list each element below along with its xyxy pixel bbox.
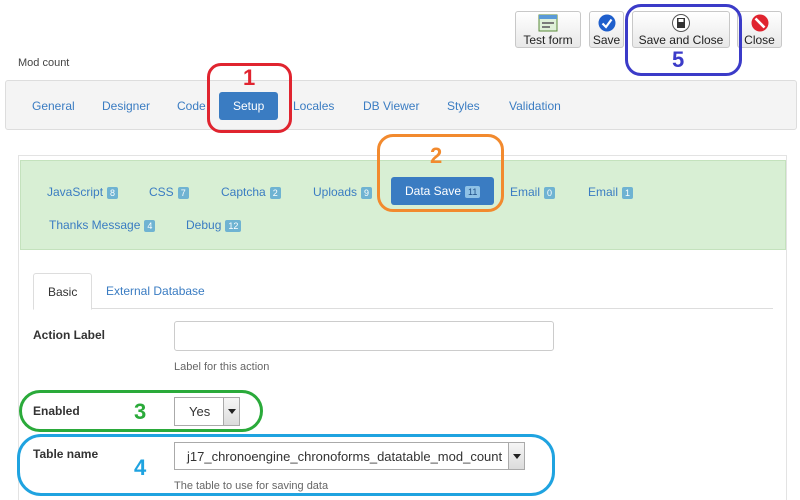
tab-styles[interactable]: Styles <box>447 99 480 113</box>
test-form-button[interactable]: Test form <box>515 11 581 48</box>
tab-general[interactable]: General <box>32 99 75 113</box>
count-badge: 8 <box>107 186 119 199</box>
tab-designer[interactable]: Designer <box>102 99 150 113</box>
subtab-email-0[interactable]: Email 0 <box>510 185 556 199</box>
close-button[interactable]: Close <box>737 11 782 48</box>
count-badge: 9 <box>361 186 373 199</box>
checkmark-icon <box>598 14 615 32</box>
action-label-label: Action Label <box>33 328 106 342</box>
annotation-number-2: 2 <box>430 143 443 168</box>
tab-validation[interactable]: Validation <box>509 99 561 113</box>
tab-basic[interactable]: Basic <box>33 273 93 310</box>
tab-code[interactable]: Code <box>177 99 206 113</box>
subtab-debug[interactable]: Debug 12 <box>186 218 242 232</box>
action-label-input[interactable] <box>174 321 554 351</box>
form-title: Mod count <box>18 57 70 69</box>
action-label-help: Label for this action <box>174 361 270 373</box>
count-badge: 2 <box>269 186 281 199</box>
inner-tabs: Basic External Database <box>33 273 773 310</box>
subtab-uploads[interactable]: Uploads 9 <box>313 185 373 199</box>
save-button[interactable]: Save <box>589 11 624 48</box>
tab-locales[interactable]: Locales <box>293 99 334 113</box>
form-preview-icon <box>538 14 558 32</box>
no-entry-icon <box>751 14 768 32</box>
subtab-css[interactable]: CSS 7 <box>149 185 189 199</box>
count-badge: 1 <box>622 186 634 199</box>
subtab-captcha[interactable]: Captcha 2 <box>221 185 281 199</box>
annotation-number-1: 1 <box>243 65 256 90</box>
subtab-thanks-message[interactable]: Thanks Message 4 <box>49 218 156 232</box>
top-nav: General Designer Code Setup Locales DB V… <box>5 80 797 130</box>
subtab-email-1[interactable]: Email 1 <box>588 185 634 199</box>
annotation-number-5: 5 <box>672 47 685 72</box>
count-badge: 7 <box>177 186 189 199</box>
annotation-box-4 <box>17 434 555 496</box>
annotation-number-4: 4 <box>134 455 147 480</box>
count-badge: 12 <box>225 219 242 232</box>
save-label: Save <box>592 33 621 47</box>
close-label: Close <box>744 33 775 47</box>
count-badge: 4 <box>144 219 156 232</box>
test-form-label: Test form <box>523 33 573 47</box>
tab-external-database[interactable]: External Database <box>106 284 205 298</box>
annotation-number-3: 3 <box>134 399 147 424</box>
subtab-javascript[interactable]: JavaScript 8 <box>47 185 119 199</box>
tab-db-viewer[interactable]: DB Viewer <box>363 99 419 113</box>
count-badge: 0 <box>544 186 556 199</box>
